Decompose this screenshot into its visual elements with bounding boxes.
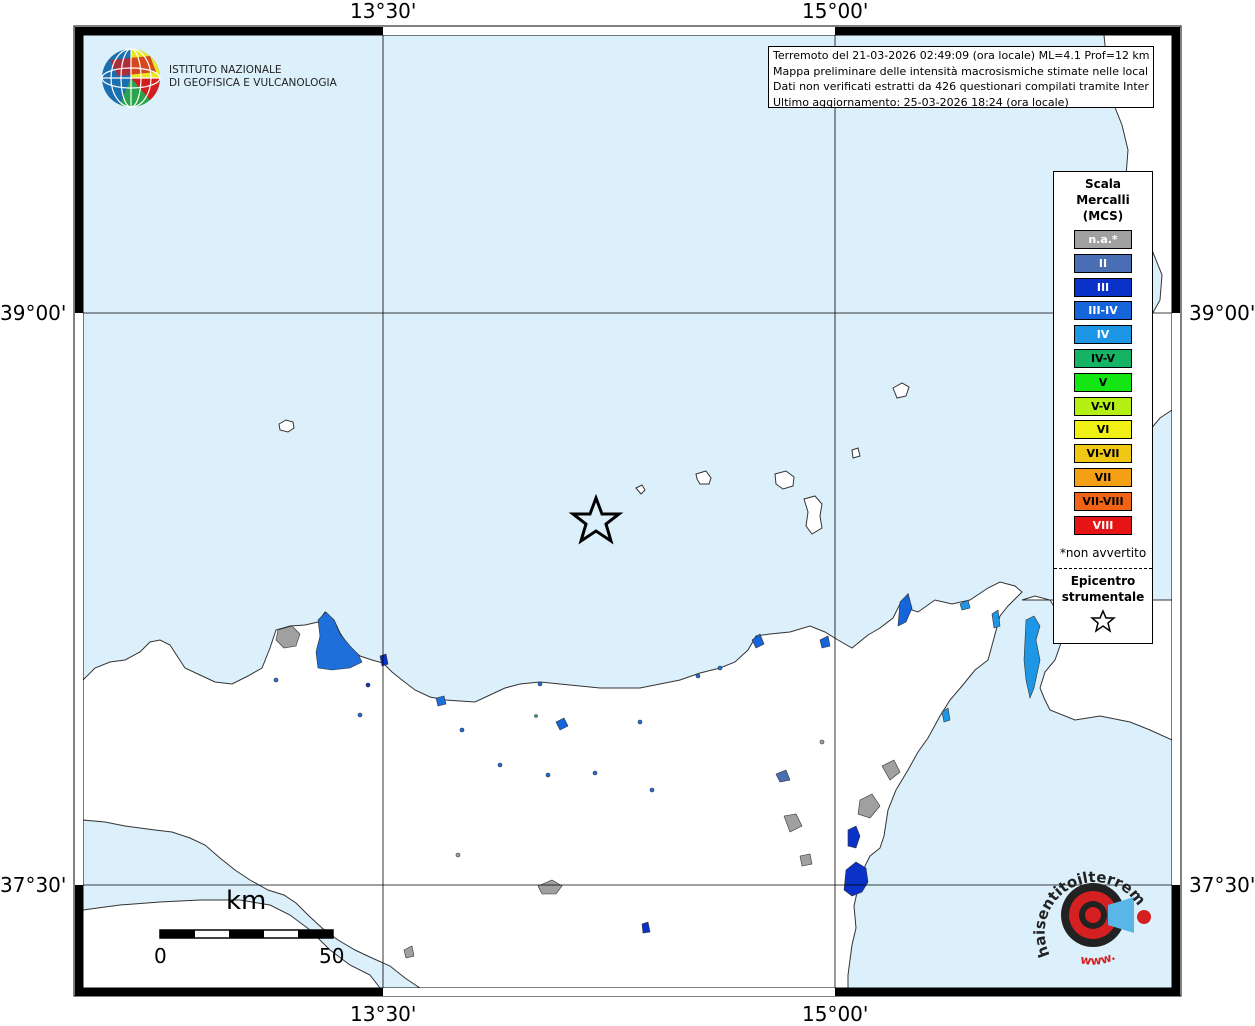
small-area-15 bbox=[545, 772, 551, 778]
small-area-14 bbox=[497, 762, 503, 768]
small-area-18 bbox=[273, 677, 279, 683]
info-box: Terremoto del 21-03-2026 02:49:09 (ora l… bbox=[768, 46, 1154, 109]
small-area-19 bbox=[637, 719, 643, 725]
legend-epicenter-label: Epicentro strumentale bbox=[1054, 573, 1152, 605]
axis-right-label: 37°30' bbox=[1189, 873, 1255, 897]
small-area-13 bbox=[459, 727, 465, 733]
scale-bar bbox=[159, 929, 334, 939]
legend-item: VIII bbox=[1074, 515, 1132, 535]
small-area-1 bbox=[435, 695, 447, 707]
small-area-16 bbox=[357, 712, 363, 718]
legend-title: Scala Mercalli (MCS) bbox=[1054, 176, 1152, 224]
legend-item: VII-VIII bbox=[1074, 491, 1132, 511]
badge-url-text: www. bbox=[1079, 949, 1117, 968]
scale-min: 0 bbox=[154, 944, 167, 968]
legend-item: II bbox=[1074, 253, 1132, 273]
legend-item: IV-V bbox=[1074, 349, 1132, 368]
scale-max: 50 bbox=[319, 944, 345, 968]
svg-text:haisentitoilterremoto.it: haisentitoilterremoto.it bbox=[1030, 855, 1149, 960]
legend-note: *non avvertito bbox=[1059, 546, 1147, 560]
small-area-12 bbox=[649, 787, 655, 793]
small-area-10 bbox=[534, 714, 538, 718]
ingv-line-2: DI GEOFISICA E VULCANOLOGIA bbox=[169, 77, 337, 89]
scale-unit: km bbox=[226, 886, 267, 916]
axis-left-label: 37°30' bbox=[0, 873, 67, 897]
legend-item: III-IV bbox=[1074, 301, 1132, 321]
legend-separator bbox=[1054, 568, 1152, 569]
axis-top-label: 15°00' bbox=[802, 0, 869, 23]
legend-epicenter-text: Epicentro strumentale bbox=[1061, 574, 1145, 604]
info-line-2: Mappa preliminare delle intensità macros… bbox=[773, 64, 1149, 78]
legend-item: VI bbox=[1074, 420, 1132, 440]
legend-title-text: Scala Mercalli (MCS) bbox=[1076, 177, 1130, 223]
small-area-21 bbox=[455, 852, 461, 858]
axis-right-label: 39°00' bbox=[1189, 301, 1255, 325]
legend-item: III bbox=[1074, 277, 1132, 297]
legend-item: n.a.* bbox=[1074, 230, 1132, 249]
small-area-24 bbox=[537, 681, 543, 687]
small-area-23 bbox=[695, 673, 701, 679]
legend-item: VI-VII bbox=[1074, 444, 1132, 464]
small-area-22 bbox=[717, 665, 723, 671]
axis-bottom-label: 15°00' bbox=[802, 1002, 869, 1026]
axis-left-label: 39°00' bbox=[0, 301, 67, 325]
na-area-6 bbox=[799, 853, 813, 867]
legend-item: V-VI bbox=[1074, 396, 1132, 416]
badge-main-text: haisentitoilterremoto.it bbox=[1030, 855, 1149, 960]
ingv-line-1: ISTITUTO NAZIONALE bbox=[169, 64, 282, 76]
axis-top-label: 13°30' bbox=[350, 0, 417, 23]
info-line-3: Dati non verificati estratti da 426 ques… bbox=[773, 80, 1149, 93]
small-area-11 bbox=[592, 770, 598, 776]
legend-item: IV bbox=[1074, 325, 1132, 345]
legend-item: VII bbox=[1074, 468, 1132, 487]
small-area-20 bbox=[819, 739, 825, 745]
panarea-island bbox=[851, 447, 861, 459]
ingv-logo-text: ISTITUTO NAZIONALE DI GEOFISICA E VULCAN… bbox=[169, 64, 337, 90]
legend-item: V bbox=[1074, 372, 1132, 392]
info-line-4: Ultimo aggiornamento: 25-03-2026 18:24 (… bbox=[773, 95, 1069, 109]
ingv-logo-icon bbox=[101, 48, 161, 108]
info-line-1: Terremoto del 21-03-2026 02:49:09 (ora l… bbox=[773, 49, 1149, 62]
haisentito-badge-text: haisentitoilterremoto.it www. bbox=[1030, 855, 1149, 968]
axis-bottom-label: 13°30' bbox=[350, 1002, 417, 1026]
legend-star-icon bbox=[1090, 609, 1116, 633]
small-area-17 bbox=[365, 682, 371, 688]
intensity-legend: Scala Mercalli (MCS) n.a.* II III III-IV IV I… bbox=[1053, 171, 1153, 644]
svg-text:www.: www. bbox=[1079, 949, 1117, 968]
